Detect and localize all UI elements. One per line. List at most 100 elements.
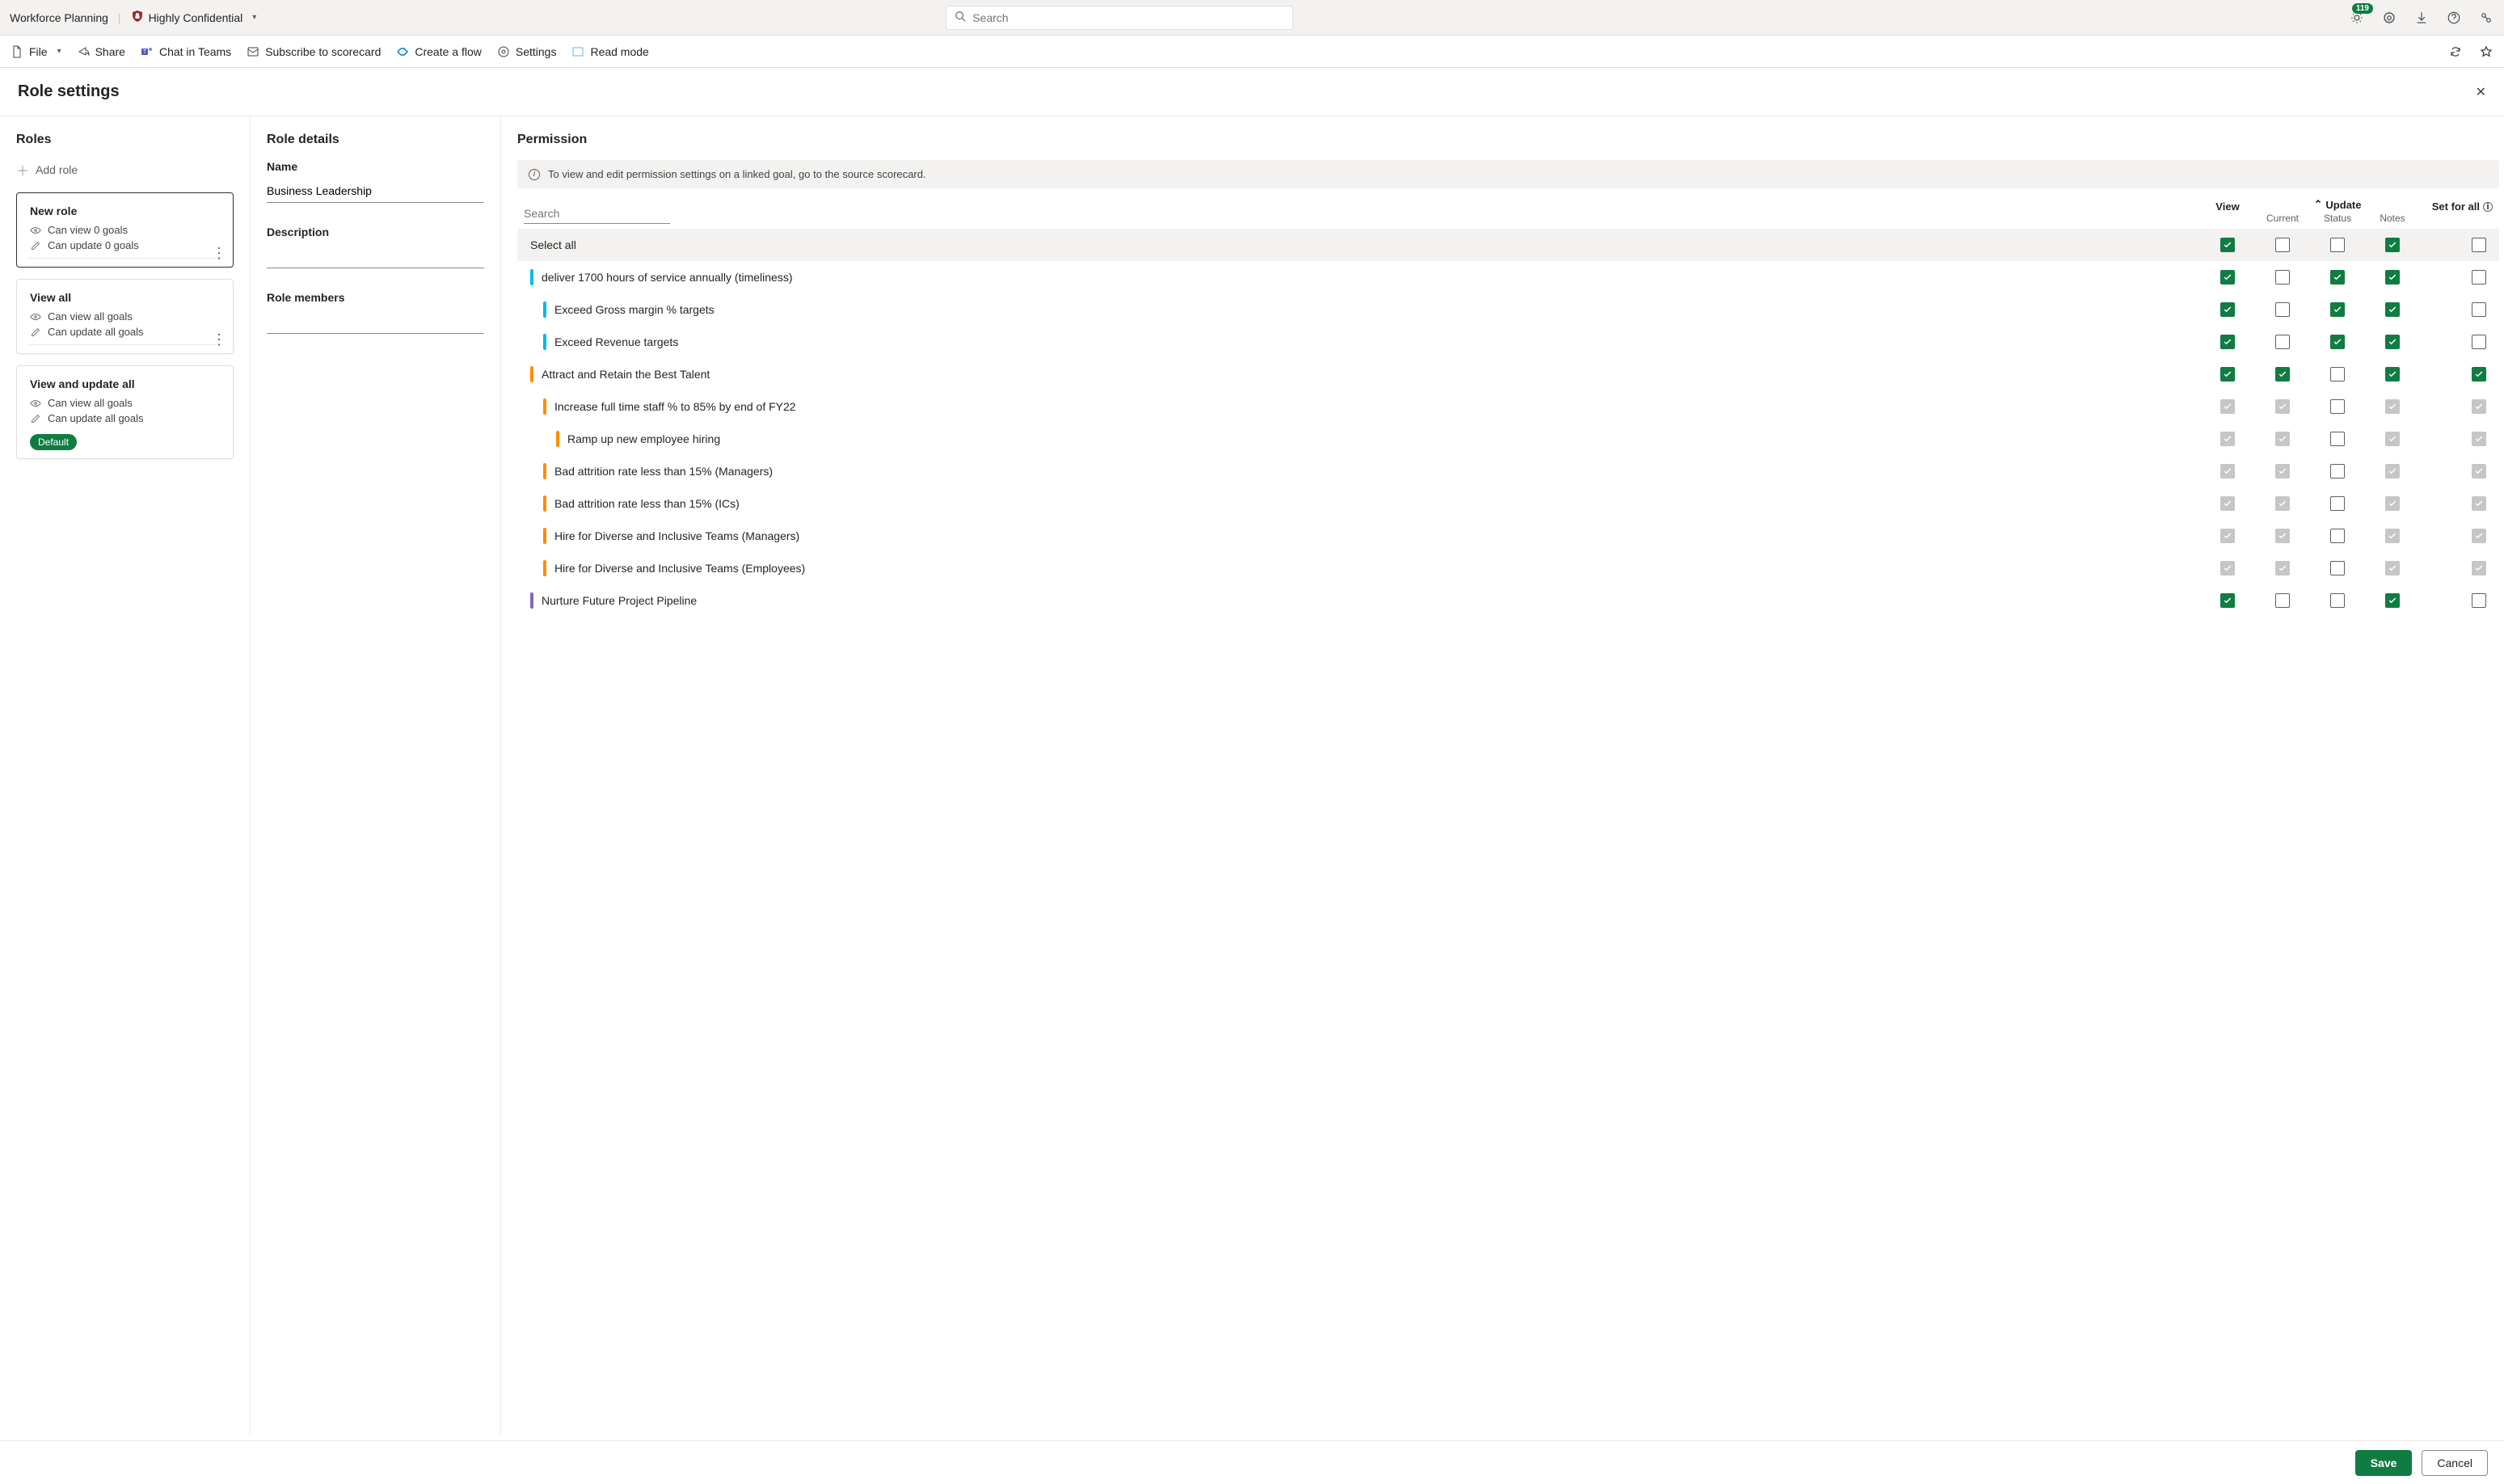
checkbox[interactable] — [2220, 593, 2235, 608]
checkbox — [2275, 464, 2290, 479]
checkbox[interactable] — [2275, 270, 2290, 285]
checkbox[interactable] — [2330, 335, 2345, 349]
checkbox[interactable] — [2330, 302, 2345, 317]
checkbox[interactable] — [2330, 464, 2345, 479]
settings-button[interactable]: Settings — [496, 44, 557, 59]
permission-row: Exceed Gross margin % targets — [517, 293, 2499, 326]
checkbox[interactable] — [2275, 302, 2290, 317]
checkbox — [2220, 496, 2235, 511]
role-view-line: Can view all goals — [30, 397, 220, 409]
checkbox[interactable] — [2472, 270, 2486, 285]
feedback-icon[interactable] — [2478, 10, 2494, 26]
global-search-input[interactable] — [972, 11, 1284, 24]
checkbox[interactable] — [2275, 335, 2290, 349]
goal-cell: Bad attrition rate less than 15% (ICs) — [524, 495, 2200, 512]
info-circle-icon: i — [2483, 202, 2493, 212]
checkbox[interactable] — [2472, 302, 2486, 317]
checkbox — [2385, 529, 2400, 543]
chevron-down-icon: ▾ — [252, 13, 256, 22]
role-more-icon[interactable]: ⋮ — [212, 332, 226, 347]
settings-icon[interactable] — [2381, 10, 2397, 26]
add-role-button[interactable]: ＋ Add role — [16, 160, 234, 179]
create-flow-button[interactable]: Create a flow — [395, 44, 481, 59]
checkbox[interactable] — [2220, 335, 2235, 349]
checkbox[interactable] — [2220, 367, 2235, 382]
checkbox[interactable] — [2330, 270, 2345, 285]
description-label: Description — [267, 226, 484, 238]
permission-info-banner: i To view and edit permission settings o… — [517, 160, 2499, 188]
checkbox[interactable] — [2385, 302, 2400, 317]
role-card[interactable]: New role Can view 0 goals Can update 0 g… — [16, 192, 234, 268]
checkbox[interactable] — [2330, 561, 2345, 575]
eye-icon — [30, 225, 41, 236]
roles-column: Roles ＋ Add role New role Can view 0 goa… — [0, 116, 251, 1435]
checkbox[interactable] — [2385, 335, 2400, 349]
help-icon[interactable] — [2446, 10, 2462, 26]
checkbox[interactable] — [2385, 270, 2400, 285]
role-card[interactable]: View all Can view all goals Can update a… — [16, 279, 234, 354]
subscribe-button[interactable]: Subscribe to scorecard — [246, 44, 381, 59]
cancel-button[interactable]: Cancel — [2422, 1450, 2488, 1476]
checkbox — [2472, 432, 2486, 446]
checkbox[interactable] — [2472, 335, 2486, 349]
role-more-icon[interactable]: ⋮ — [212, 246, 226, 260]
col-setall[interactable]: Set for all i — [2420, 200, 2493, 213]
checkbox — [2275, 561, 2290, 575]
description-input[interactable] — [267, 245, 484, 268]
file-menu[interactable]: File ▾ — [10, 44, 61, 59]
checkbox[interactable] — [2330, 399, 2345, 414]
checkbox[interactable] — [2330, 529, 2345, 543]
role-view-line: Can view 0 goals — [30, 224, 220, 236]
global-search[interactable] — [946, 6, 1293, 30]
checkbox[interactable] — [2220, 302, 2235, 317]
checkbox[interactable] — [2275, 367, 2290, 382]
checkbox — [2220, 399, 2235, 414]
read-mode-button[interactable]: Read mode — [571, 44, 648, 59]
members-input[interactable] — [267, 310, 484, 334]
checkbox[interactable] — [2472, 593, 2486, 608]
sensitivity-dropdown[interactable]: Highly Confidential ▾ — [131, 10, 419, 25]
permission-section-title: Permission — [517, 133, 2499, 147]
checkbox[interactable] — [2275, 238, 2290, 252]
checkbox[interactable] — [2330, 238, 2345, 252]
checkbox[interactable] — [2385, 238, 2400, 252]
notifications-icon[interactable]: 119 — [2349, 10, 2365, 26]
permission-row: Ramp up new employee hiring — [517, 423, 2499, 455]
edit-icon — [30, 327, 41, 338]
shield-icon — [131, 10, 144, 25]
download-icon[interactable] — [2413, 10, 2430, 26]
chat-teams-button[interactable]: T Chat in Teams — [140, 44, 231, 59]
permission-column: Permission i To view and edit permission… — [501, 116, 2504, 1435]
checkbox — [2472, 561, 2486, 575]
checkbox — [2385, 561, 2400, 575]
favorite-icon[interactable] — [2478, 44, 2494, 60]
save-button[interactable]: Save — [2355, 1450, 2413, 1476]
checkbox[interactable] — [2220, 238, 2235, 252]
checkbox[interactable] — [2385, 593, 2400, 608]
checkbox[interactable] — [2275, 593, 2290, 608]
col-update[interactable]: ⌃ Update — [2314, 198, 2362, 211]
checkbox[interactable] — [2330, 432, 2345, 446]
checkbox[interactable] — [2330, 496, 2345, 511]
goal-label: Select all — [530, 238, 576, 251]
role-card-name: View all — [30, 291, 220, 304]
permission-search-input[interactable] — [524, 204, 670, 224]
role-card[interactable]: View and update all Can view all goals C… — [16, 365, 234, 459]
refresh-icon[interactable] — [2447, 44, 2464, 60]
checkbox[interactable] — [2220, 270, 2235, 285]
permission-row: Hire for Diverse and Inclusive Teams (Ma… — [517, 520, 2499, 552]
close-button[interactable]: ✕ — [2476, 84, 2486, 100]
checkbox[interactable] — [2330, 367, 2345, 382]
goal-label: Increase full time staff % to 85% by end… — [554, 400, 796, 413]
search-icon — [955, 11, 966, 24]
share-button[interactable]: Share — [76, 44, 125, 59]
name-input[interactable] — [267, 179, 484, 203]
col-view[interactable]: View — [2200, 200, 2255, 213]
col-current: Current — [2255, 213, 2310, 224]
checkbox[interactable] — [2472, 367, 2486, 382]
checkbox — [2472, 496, 2486, 511]
goal-cell: Increase full time staff % to 85% by end… — [524, 398, 2200, 415]
checkbox[interactable] — [2330, 593, 2345, 608]
checkbox[interactable] — [2385, 367, 2400, 382]
checkbox[interactable] — [2472, 238, 2486, 252]
